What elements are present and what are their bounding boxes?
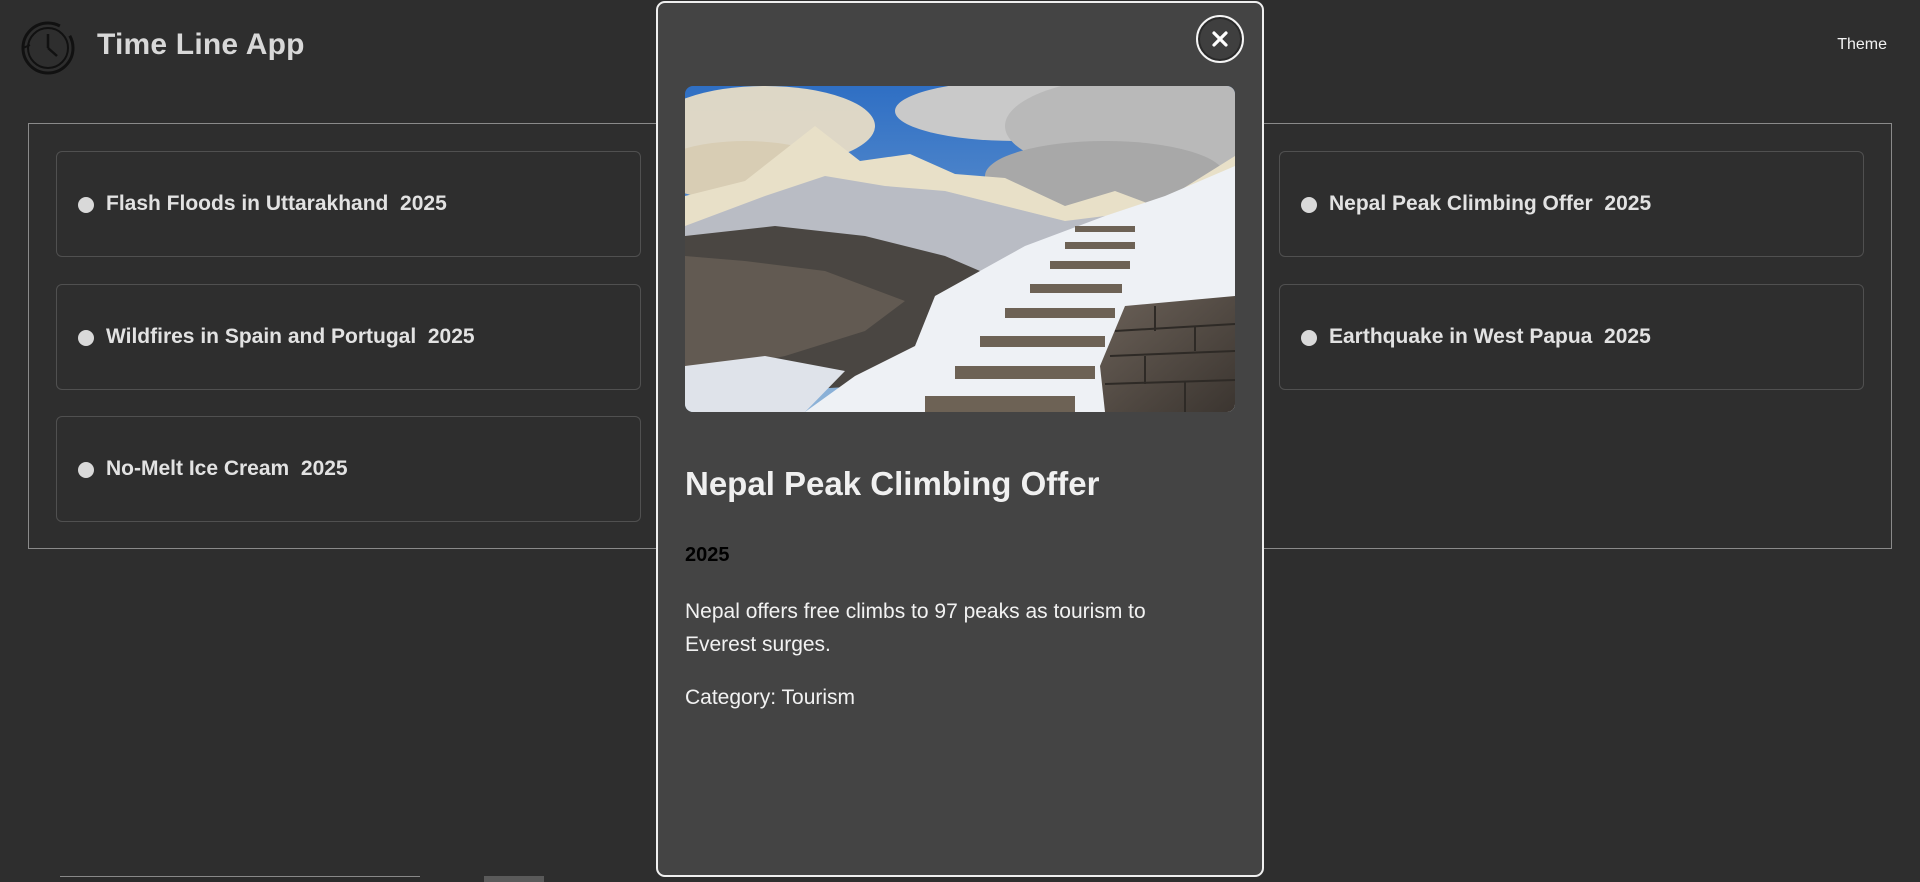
event-label: Flash Floods in Uttarakhand 2025 — [106, 192, 447, 215]
theme-button[interactable]: Theme — [1837, 36, 1887, 54]
event-card[interactable]: Flash Floods in Uttarakhand 2025 — [56, 151, 641, 257]
event-label: Wildfires in Spain and Portugal 2025 — [106, 325, 475, 348]
event-card[interactable]: Nepal Peak Climbing Offer 2025 — [1279, 151, 1864, 257]
event-card[interactable]: Earthquake in West Papua 2025 — [1279, 284, 1864, 390]
event-detail-modal: Nepal Peak Climbing Offer 2025 Nepal off… — [656, 1, 1264, 877]
modal-title: Nepal Peak Climbing Offer — [685, 465, 1100, 502]
bottom-panel-edge — [60, 876, 420, 882]
bottom-tab-edge — [484, 876, 544, 882]
event-card[interactable]: Wildfires in Spain and Portugal 2025 — [56, 284, 641, 390]
close-button[interactable] — [1196, 15, 1244, 63]
event-card[interactable]: No-Melt Ice Cream 2025 — [56, 416, 641, 522]
app-root: Time Line App Theme Flash Floods in Utta… — [0, 0, 1920, 882]
event-image — [685, 86, 1235, 412]
bullet-icon — [1301, 197, 1317, 213]
bullet-icon — [1301, 330, 1317, 346]
modal-category: Category: Tourism — [685, 686, 856, 709]
bullet-icon — [78, 330, 94, 346]
event-label: No-Melt Ice Cream 2025 — [106, 457, 348, 480]
close-icon — [1212, 31, 1228, 47]
bullet-icon — [78, 197, 94, 213]
modal-description: Nepal offers free climbs to 97 peaks as … — [685, 600, 1146, 656]
event-label: Nepal Peak Climbing Offer 2025 — [1329, 192, 1652, 215]
modal-year: 2025 — [685, 544, 730, 566]
event-label: Earthquake in West Papua 2025 — [1329, 325, 1651, 348]
bullet-icon — [78, 462, 94, 478]
clock-history-icon — [20, 20, 76, 76]
app-title: Time Line App — [97, 28, 305, 61]
